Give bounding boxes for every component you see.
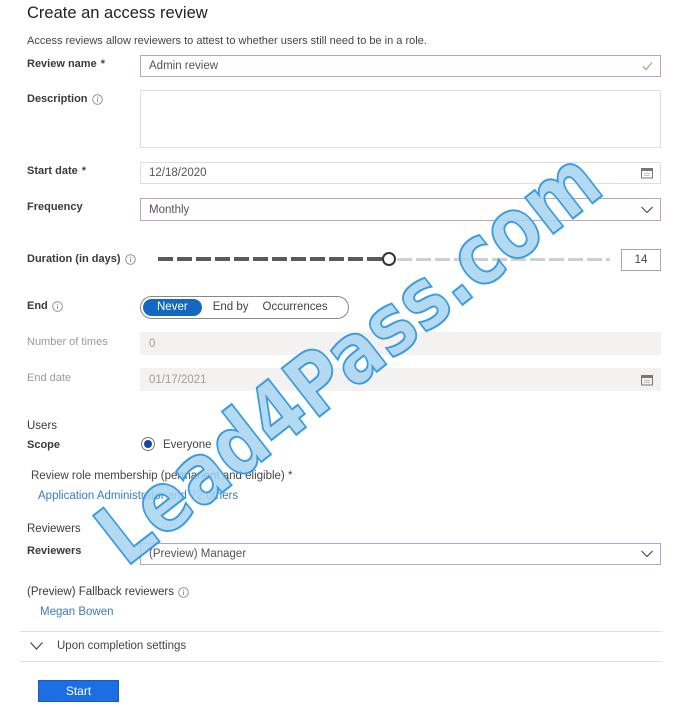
- reviewers-label-text: Reviewers: [27, 545, 82, 557]
- role-membership-label: Review role membership (permanent and el…: [31, 470, 293, 482]
- info-icon[interactable]: [52, 300, 63, 312]
- calendar-icon[interactable]: [641, 168, 653, 179]
- info-icon[interactable]: [91, 93, 103, 105]
- number-of-times-value: 0: [149, 337, 156, 350]
- fallback-reviewers-label-text: (Preview) Fallback reviewers: [27, 586, 174, 598]
- end-label: End: [27, 300, 63, 312]
- chevron-down-icon: [641, 550, 653, 558]
- number-of-times-label: Number of times: [27, 336, 108, 348]
- page-description: Access reviews allow reviewers to attest…: [27, 35, 427, 47]
- required-mark: *: [81, 165, 87, 177]
- scope-option-label[interactable]: Everyone: [163, 439, 212, 451]
- frequency-label-text: Frequency: [27, 201, 83, 213]
- start-date-label-text: Start date: [27, 165, 78, 177]
- duration-input[interactable]: 14: [621, 249, 661, 271]
- review-name-label: Review name *: [27, 58, 105, 70]
- end-label-text: End: [27, 300, 48, 312]
- reviewers-label: Reviewers: [27, 545, 81, 557]
- role-membership-link[interactable]: Application Administrator and 72 others: [38, 490, 238, 502]
- users-heading-text: Users: [27, 420, 58, 432]
- end-option-occurrences[interactable]: Occurrences: [256, 299, 335, 316]
- end-date-input[interactable]: 01/17/2021: [140, 368, 661, 391]
- slider-thumb[interactable]: [382, 252, 396, 266]
- fallback-reviewer-link[interactable]: Megan Bowen: [40, 606, 114, 618]
- frequency-value: Monthly: [149, 203, 190, 216]
- description-label-text: Description: [27, 93, 88, 105]
- end-option-end-by[interactable]: End by: [206, 299, 256, 316]
- end-toggle-group: Never End by Occurrences: [140, 296, 349, 319]
- review-name-input[interactable]: Admin review: [140, 55, 661, 77]
- number-of-times-input[interactable]: 0: [140, 332, 661, 355]
- page-title: Create an access review: [27, 4, 208, 22]
- end-date-label: End date: [27, 372, 71, 384]
- description-label: Description: [27, 93, 103, 105]
- info-icon[interactable]: [178, 586, 189, 598]
- scope-label: Scope: [27, 439, 60, 451]
- info-icon[interactable]: [124, 253, 136, 265]
- completion-settings-toggle[interactable]: Upon completion settings: [30, 640, 186, 652]
- frequency-label: Frequency: [27, 201, 83, 213]
- scope-radio-everyone[interactable]: [141, 437, 155, 451]
- description-textarea[interactable]: [140, 90, 661, 148]
- frequency-dropdown[interactable]: Monthly: [140, 198, 661, 221]
- divider: [20, 661, 662, 662]
- start-date-value: 12/18/2020: [149, 167, 207, 179]
- end-date-value: 01/17/2021: [149, 373, 207, 386]
- number-of-times-label-text: Number of times: [27, 336, 108, 348]
- review-name-value: Admin review: [149, 60, 219, 72]
- divider: [20, 631, 662, 632]
- reviewers-value: (Preview) Manager: [149, 548, 247, 560]
- reviewers-heading-text: Reviewers: [27, 523, 81, 535]
- duration-label-text: Duration (in days): [27, 253, 121, 265]
- reviewers-heading: Reviewers: [27, 523, 81, 535]
- start-date-input[interactable]: 12/18/2020: [140, 162, 661, 184]
- end-option-never[interactable]: Never: [143, 299, 202, 316]
- duration-label: Duration (in days): [27, 253, 136, 265]
- radio-selected-dot: [144, 440, 152, 448]
- scope-label-text: Scope: [27, 439, 61, 451]
- slider-filled-track: [158, 257, 383, 261]
- users-heading: Users: [27, 420, 57, 432]
- fallback-reviewers-label: (Preview) Fallback reviewers: [27, 586, 189, 598]
- chevron-down-icon: [30, 642, 43, 650]
- calendar-icon[interactable]: [641, 374, 653, 385]
- reviewers-dropdown[interactable]: (Preview) Manager: [140, 543, 661, 565]
- chevron-down-icon: [641, 206, 653, 213]
- checkmark-icon: [642, 62, 653, 71]
- completion-settings-label: Upon completion settings: [57, 640, 187, 652]
- slider-empty-track: [397, 257, 610, 261]
- duration-slider[interactable]: [158, 252, 610, 266]
- review-name-label-text: Review name: [27, 58, 97, 70]
- required-mark: *: [100, 58, 105, 70]
- start-date-label: Start date *: [27, 165, 86, 177]
- start-button[interactable]: Start: [38, 680, 119, 702]
- end-date-label-text: End date: [27, 372, 72, 384]
